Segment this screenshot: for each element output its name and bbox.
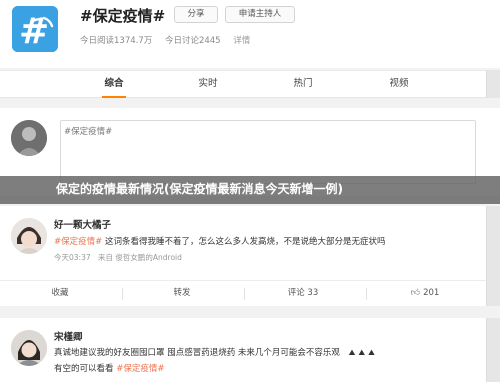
post-card: 宋槿卿 真诚地建议我的好友圈囤口罩 囤点感冒药退烧药 未来几个月可能会不容乐观 … <box>0 318 500 382</box>
topic-tabs: 综合 实时 热门 视频 <box>0 70 500 98</box>
avatar <box>11 120 47 156</box>
tab-comprehensive[interactable]: 综合 <box>84 71 144 98</box>
hashtag-link[interactable]: #保定疫情# <box>54 237 102 247</box>
topic-title: #保定疫情# <box>80 7 166 25</box>
divider <box>366 288 367 300</box>
post-username[interactable]: 宋槿卿 <box>54 329 83 343</box>
headline-banner: 保定的疫情最新情况(保定疫情最新消息今天新增一例) <box>0 176 500 204</box>
repost-button[interactable]: 转发 <box>127 281 237 307</box>
tab-video[interactable]: 视频 <box>369 71 429 98</box>
scroll-gutter <box>486 70 500 98</box>
boat-icon: ⛰ <box>368 347 375 357</box>
like-count: 201 <box>423 288 440 298</box>
details-link[interactable]: 详情 <box>233 36 250 46</box>
share-button[interactable]: 分享 <box>174 6 218 23</box>
compose-input[interactable]: #保定疫情# <box>60 120 476 184</box>
discussions-count: 今日讨论2445 <box>164 36 221 46</box>
divider <box>122 288 123 300</box>
hashtag-link[interactable]: #保定疫情# <box>116 364 164 374</box>
avatar[interactable] <box>11 218 47 254</box>
post-body: 真诚地建议我的好友圈囤口罩 囤点感冒药退烧药 未来几个月可能会不容乐观 <box>54 348 340 358</box>
post-body: 有空的可以看看 <box>54 364 117 374</box>
post-text: 有空的可以看看 #保定疫情# <box>54 362 164 374</box>
post-actions: 收藏 转发 评论 33 👍︎ 201 <box>0 280 500 306</box>
post-text: #保定疫情# 这词条看得我睡不着了，怎么这么多人发高烧，不是说绝大部分是无症状吗 <box>54 235 385 247</box>
post-text: 真诚地建议我的好友圈囤口罩 囤点感冒药退烧药 未来几个月可能会不容乐观 ⛰ ⛰ ⛰ <box>54 346 375 359</box>
post-time[interactable]: 今天03:37 <box>54 253 91 262</box>
boat-icon: ⛰ <box>358 347 366 357</box>
boat-icon: ⛰ <box>348 347 356 357</box>
favorite-button[interactable]: 收藏 <box>5 281 115 307</box>
post-body: 这词条看得我睡不着了，怎么这么多人发高烧，不是说绝大部分是无症状吗 <box>102 237 386 247</box>
post-source: 来自 俊哲女鹏的Android <box>98 253 182 262</box>
reads-count: 今日阅读1374.7万 <box>80 36 153 46</box>
post-username[interactable]: 好一颗大橘子 <box>54 217 111 231</box>
thumbs-up-icon: 👍︎ <box>410 288 421 298</box>
tab-hot[interactable]: 热门 <box>273 71 333 98</box>
hashtag-logo-icon: # <box>12 6 58 52</box>
tab-realtime[interactable]: 实时 <box>178 71 238 98</box>
avatar[interactable] <box>11 330 47 366</box>
apply-host-button[interactable]: 申请主持人 <box>225 6 295 23</box>
post-meta: 今天03:37 来自 俊哲女鹏的Android <box>54 252 187 263</box>
post-card: 好一颗大橘子 #保定疫情# 这词条看得我睡不着了，怎么这么多人发高烧，不是说绝大… <box>0 206 500 306</box>
divider <box>244 288 245 300</box>
scroll-gutter <box>486 206 500 306</box>
comment-button[interactable]: 评论 33 <box>248 281 358 307</box>
like-button[interactable]: 👍︎ 201 <box>370 281 480 307</box>
topic-stats: 今日阅读1374.7万 今日讨论2445 详情 <box>80 34 260 46</box>
topic-header: # #保定疫情# 分享 申请主持人 今日阅读1374.7万 今日讨论2445 详… <box>0 0 500 68</box>
emoji-group: ⛰ ⛰ ⛰ <box>346 348 375 358</box>
scroll-gutter <box>486 318 500 382</box>
